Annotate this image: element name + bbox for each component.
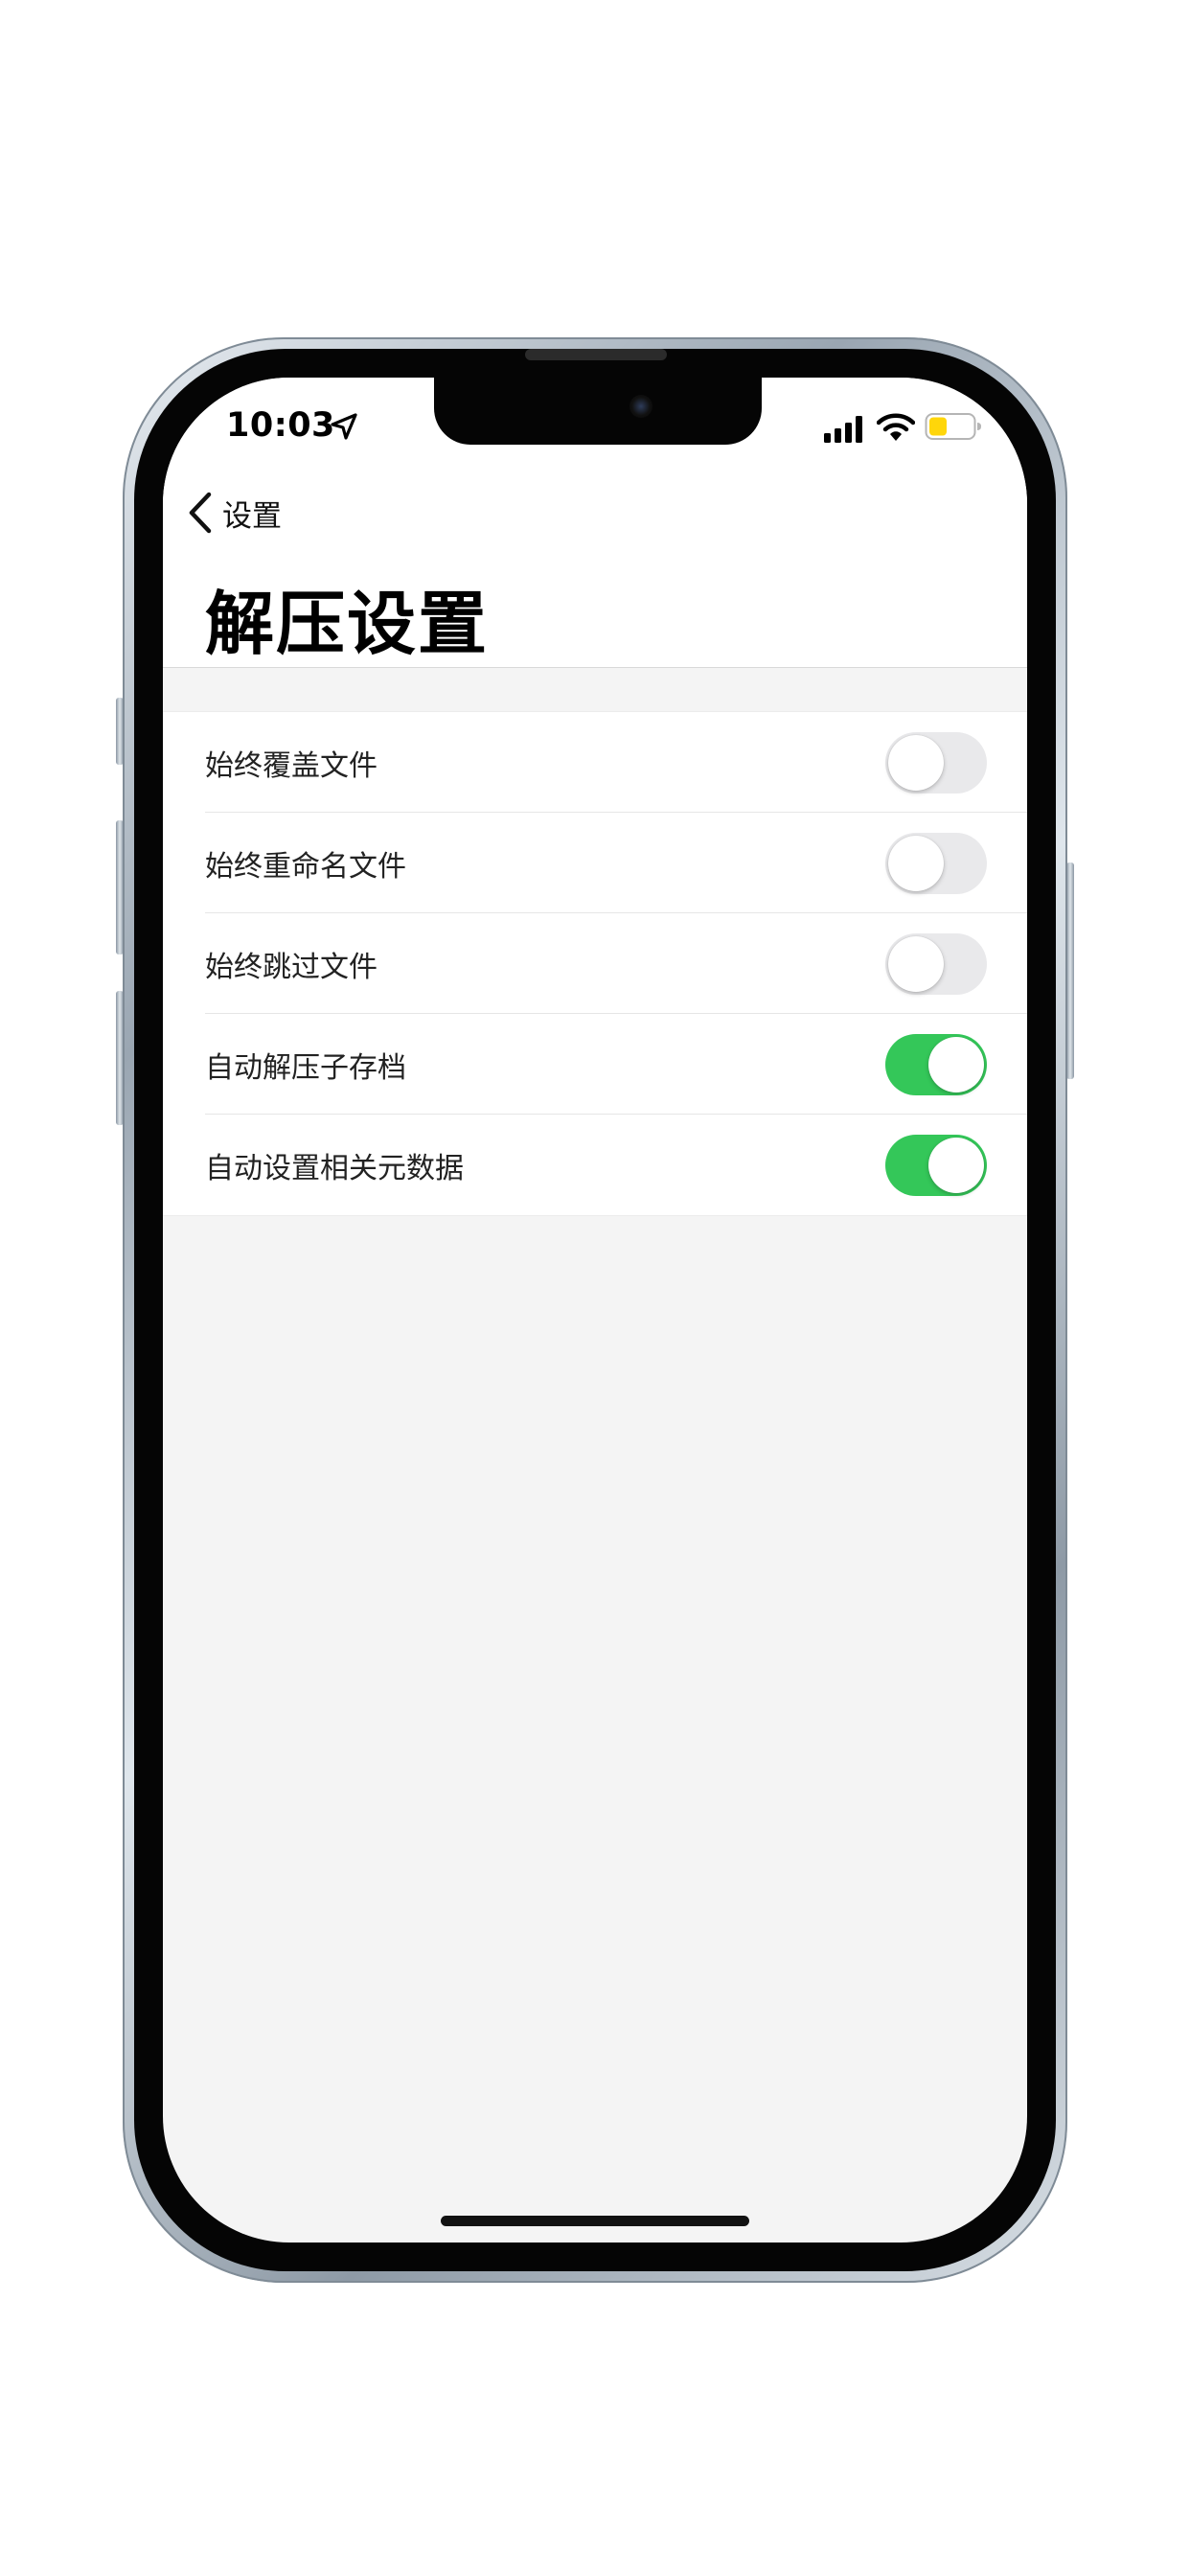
setting-row-always-rename: 始终重命名文件 xyxy=(163,813,1027,913)
setting-label: 始终重命名文件 xyxy=(205,849,406,884)
toggle-knob xyxy=(888,935,944,992)
back-button[interactable]: 设置 xyxy=(186,491,282,535)
location-arrow-icon xyxy=(331,413,357,440)
back-button-label: 设置 xyxy=(222,498,282,534)
toggle-knob xyxy=(928,1137,984,1193)
setting-row-always-skip: 始终跳过文件 xyxy=(163,913,1027,1014)
page-title: 解压设置 xyxy=(205,584,490,664)
settings-list: 始终覆盖文件 始终重命名文件 始终跳过文件 自动解压子存档 自动设置相关元数据 xyxy=(163,711,1027,1216)
setting-label: 始终覆盖文件 xyxy=(205,748,378,783)
page-canvas: 10:03 设置 解压设置 始终覆盖文件 始终重命名文件 始终跳过文件 自动解压… xyxy=(0,0,1190,2576)
auto-set-metadata-toggle[interactable] xyxy=(885,1134,987,1196)
status-time: 10:03 xyxy=(226,406,335,445)
always-rename-toggle[interactable] xyxy=(885,832,987,894)
setting-label: 自动解压子存档 xyxy=(205,1050,406,1085)
auto-extract-subarchives-toggle[interactable] xyxy=(885,1033,987,1095)
setting-row-always-overwrite: 始终覆盖文件 xyxy=(163,712,1027,813)
setting-label: 始终跳过文件 xyxy=(205,950,378,984)
toggle-knob xyxy=(888,734,944,791)
setting-label: 自动设置相关元数据 xyxy=(205,1151,464,1185)
setting-row-auto-set-metadata: 自动设置相关元数据 xyxy=(163,1115,1027,1215)
earpiece-speaker xyxy=(525,349,667,360)
battery-low-icon xyxy=(925,413,981,440)
always-skip-toggle[interactable] xyxy=(885,932,987,995)
always-overwrite-toggle[interactable] xyxy=(885,731,987,794)
cellular-signal-icon xyxy=(824,416,862,443)
toggle-knob xyxy=(928,1036,984,1092)
notch xyxy=(434,378,762,445)
power-button xyxy=(1066,862,1074,1079)
camera-icon xyxy=(629,395,652,418)
toggle-knob xyxy=(888,835,944,891)
phone-screen: 10:03 设置 解压设置 始终覆盖文件 始终重命名文件 始终跳过文件 自动解压… xyxy=(163,378,1027,2242)
home-indicator[interactable] xyxy=(441,2216,749,2226)
chevron-left-icon xyxy=(189,492,212,534)
wifi-icon xyxy=(877,413,915,441)
setting-row-auto-extract-subarchives: 自动解压子存档 xyxy=(163,1014,1027,1115)
